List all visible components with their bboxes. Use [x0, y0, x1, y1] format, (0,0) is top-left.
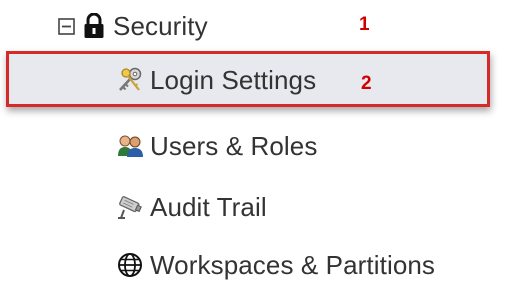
- lock-icon: [83, 13, 105, 39]
- collapse-box-icon[interactable]: [58, 17, 75, 35]
- tree-node-label: Security: [113, 10, 208, 41]
- step-number-1: 1: [359, 14, 370, 35]
- tree-node-label: Login Settings: [150, 64, 317, 95]
- tree-node-label: Audit Trail: [150, 191, 267, 222]
- tree-node-label: Workspaces & Partitions: [150, 249, 436, 280]
- tree-node-security[interactable]: Security: [58, 8, 208, 44]
- step-number-2: 2: [361, 73, 372, 94]
- keys-icon: [116, 66, 144, 94]
- tree-node-audit-trail[interactable]: Audit Trail: [116, 187, 267, 227]
- users-icon: [116, 132, 144, 160]
- tree-node-workspaces-partitions[interactable]: Workspaces & Partitions: [116, 245, 435, 285]
- camera-icon: [116, 193, 144, 221]
- globe-icon: [116, 251, 144, 279]
- tree-node-login-settings[interactable]: Login Settings: [116, 60, 316, 100]
- tree-node-label: Users & Roles: [150, 130, 318, 161]
- tree-node-users-roles[interactable]: Users & Roles: [116, 126, 317, 166]
